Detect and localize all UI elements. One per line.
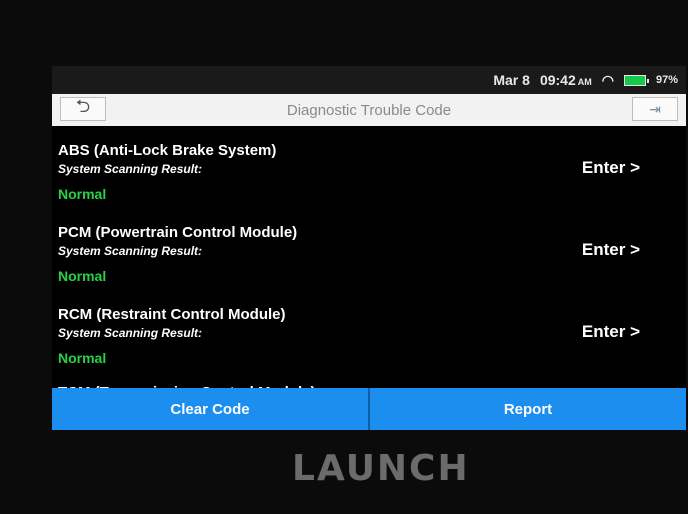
list-item: PCM (Powertrain Control Module) System S… bbox=[52, 208, 686, 290]
enter-button[interactable]: Enter > bbox=[582, 322, 640, 342]
device-bezel: Mar 8 09:42 AM ◠ 97% ⮌ Diagnostic Trouble… bbox=[0, 0, 688, 514]
module-name: ABS (Anti-Lock Brake System) bbox=[58, 142, 277, 159]
list-item: ABS (Anti-Lock Brake System) System Scan… bbox=[52, 126, 686, 208]
scan-result-label: System Scanning Result: bbox=[58, 244, 203, 258]
module-name: PCM (Powertrain Control Module) bbox=[58, 224, 298, 241]
screen: Mar 8 09:42 AM ◠ 97% ⮌ Diagnostic Trouble… bbox=[52, 66, 686, 430]
status-value: Normal bbox=[58, 186, 107, 202]
exit-button[interactable]: ⇥ bbox=[632, 97, 678, 121]
module-list: ABS (Anti-Lock Brake System) System Scan… bbox=[52, 126, 686, 401]
brand-logo: LAUNCH bbox=[292, 448, 470, 489]
status-bar: Mar 8 09:42 AM ◠ 97% bbox=[52, 66, 686, 94]
clear-code-button[interactable]: Clear Code bbox=[52, 388, 368, 430]
status-time: 09:42 AM bbox=[539, 72, 592, 88]
list-item: RCM (Restraint Control Module) System Sc… bbox=[52, 290, 686, 372]
status-value: Normal bbox=[58, 268, 107, 284]
back-button[interactable]: ⮌ bbox=[60, 96, 106, 121]
wifi-icon: ◠ bbox=[601, 71, 614, 88]
report-button[interactable]: Report bbox=[368, 388, 686, 430]
status-date: Mar 8 bbox=[493, 72, 530, 88]
battery-icon bbox=[623, 74, 649, 86]
module-name: RCM (Restraint Control Module) bbox=[58, 306, 286, 323]
status-value: Normal bbox=[58, 350, 107, 366]
back-arrow-icon: ⮌ bbox=[75, 96, 91, 116]
title-bar: ⮌ Diagnostic Trouble Code ⇥ bbox=[52, 94, 686, 126]
page-title: Diagnostic Trouble Code bbox=[286, 101, 452, 119]
enter-button[interactable]: Enter > bbox=[582, 158, 640, 178]
battery-percent: 97% bbox=[655, 74, 678, 86]
scan-result-label: System Scanning Result: bbox=[58, 326, 203, 340]
scan-result-label: System Scanning Result: bbox=[58, 162, 203, 176]
enter-button[interactable]: Enter > bbox=[582, 240, 640, 260]
action-bar: Clear Code Report bbox=[52, 388, 686, 430]
exit-icon: ⇥ bbox=[649, 100, 661, 117]
